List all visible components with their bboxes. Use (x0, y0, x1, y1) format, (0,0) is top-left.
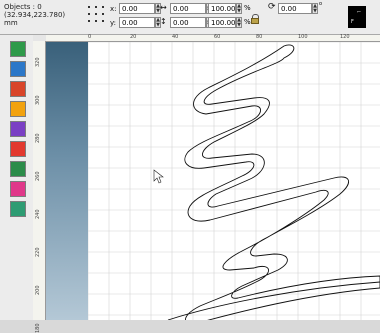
ruler-tick-label: 220 (35, 247, 41, 257)
property-bar: Objects : 0 (32.934,223.780) mm x: 0.00 … (0, 0, 380, 35)
page-margin-strip (46, 42, 88, 320)
ruler-tick-label: 0 (88, 34, 92, 40)
ruler-tick-label: 200 (35, 285, 41, 295)
ellipse-tool-icon[interactable] (10, 121, 26, 137)
height-field[interactable]: 0.00 (170, 17, 206, 28)
toolbox (0, 35, 34, 320)
scale-x-field[interactable]: 100.00 (208, 3, 236, 14)
shape-fill-tool-icon[interactable] (10, 141, 26, 157)
x-label: x: (110, 5, 117, 13)
rotate-icon: ⟳ (268, 2, 276, 12)
x-position-field[interactable]: 0.00 (119, 3, 155, 14)
lower-curve-path (167, 281, 380, 320)
document-tool-icon[interactable] (10, 201, 26, 217)
scale-y-field[interactable]: 100.00 (208, 17, 236, 28)
rotation-field[interactable]: 0.00 (278, 3, 312, 14)
anchor-point-icon[interactable] (88, 6, 108, 28)
ruler-tick-label: 80 (256, 34, 263, 40)
pick-tool-icon[interactable] (10, 41, 26, 57)
vertical-ruler[interactable]: 320 300 280 260 240 220 200 180 (33, 41, 46, 333)
mirror-preview-icon[interactable]: ⌐ F (348, 6, 366, 28)
mouse-cursor-icon (153, 169, 164, 184)
horizontal-ruler[interactable]: 020406080100120140 (46, 34, 380, 42)
ruler-tick-label: 280 (35, 133, 41, 143)
scale-y-spinner[interactable]: ▲ ▼ (236, 17, 242, 28)
ruler-tick-label: 100 (298, 34, 308, 40)
bezier-tool-icon[interactable] (10, 61, 26, 77)
unit-label: mm (4, 19, 18, 27)
text-tool-icon[interactable] (10, 81, 26, 97)
height-arrow-icon: ↕ (160, 17, 167, 26)
lock-ratio-icon[interactable] (250, 14, 260, 24)
cursor-coordinates: (32.934,223.780) (4, 11, 66, 19)
y-label: y: (110, 19, 116, 27)
ruler-tick-label: 300 (35, 95, 41, 105)
ruler-tick-label: 240 (35, 209, 41, 219)
ruler-tick-label: 20 (130, 34, 137, 40)
zoom-tool-icon[interactable] (10, 101, 26, 117)
degree-label: o (319, 1, 323, 7)
drawing-canvas[interactable] (88, 42, 380, 320)
ruler-tick-label: 260 (35, 171, 41, 181)
grid-lines (88, 42, 380, 320)
ruler-tick-label: 320 (35, 57, 41, 67)
width-field[interactable]: 0.00 (170, 3, 206, 14)
ruler-tick-label: 60 (214, 34, 221, 40)
image-tool-icon[interactable] (10, 161, 26, 177)
width-arrow-icon: ↔ (160, 3, 167, 12)
ruler-tick-label: 40 (172, 34, 179, 40)
objects-count: Objects : 0 (4, 3, 42, 11)
y-position-field[interactable]: 0.00 (119, 17, 155, 28)
camera-tool-icon[interactable] (10, 181, 26, 197)
scale-x-percent: % (244, 4, 251, 12)
object-info: Objects : 0 (32.934,223.780) mm (4, 3, 65, 27)
scale-x-spinner[interactable]: ▲ ▼ (236, 3, 242, 14)
ruler-tick-label: 180 (35, 323, 41, 333)
canvas-svg (88, 42, 380, 320)
rotation-spinner[interactable]: ▲ ▼ (312, 3, 318, 14)
ruler-tick-label: 120 (340, 34, 350, 40)
